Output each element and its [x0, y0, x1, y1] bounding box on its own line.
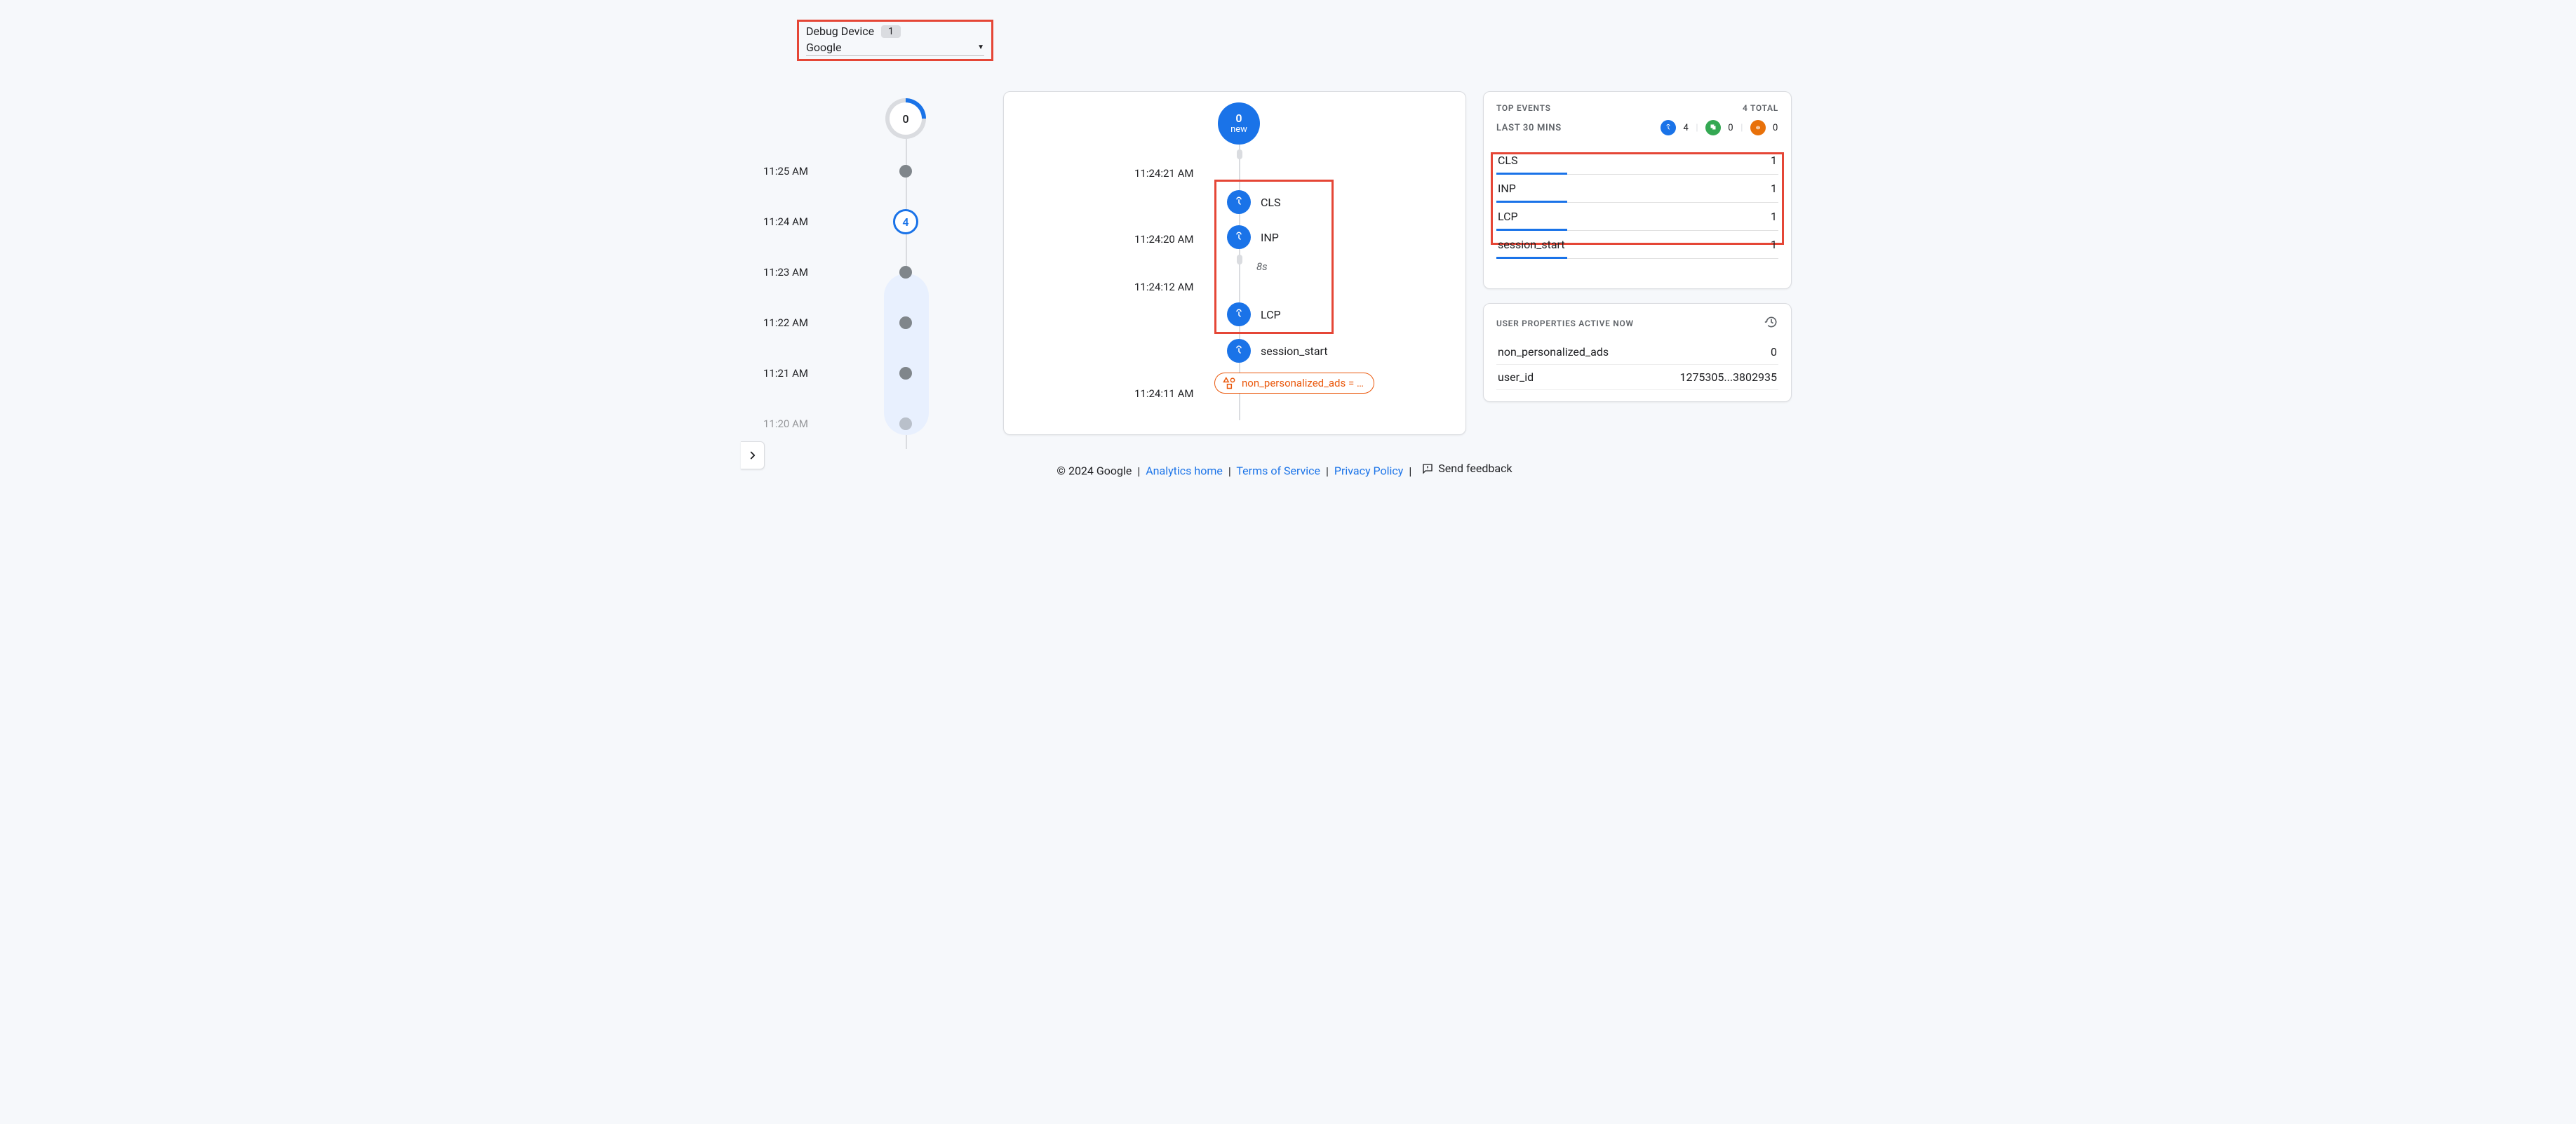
stream-tick [1237, 149, 1242, 159]
stream-timestamp: 11:24:21 AM [1134, 167, 1193, 180]
top-events-title: TOP EVENTS [1496, 103, 1551, 113]
user-property-chip[interactable]: non_personalized_ads = … [1214, 373, 1374, 394]
new-events-count: 0 [1235, 113, 1242, 124]
footer-copyright: © 2024 Google [1056, 464, 1132, 478]
footer-feedback-label: Send feedback [1438, 462, 1512, 475]
top-event-name: CLS [1498, 154, 1518, 167]
footer-link-privacy[interactable]: Privacy Policy [1334, 464, 1404, 478]
chevron-right-icon [746, 449, 759, 462]
stream-event[interactable]: INP [1227, 225, 1279, 249]
minute-dot [899, 316, 912, 329]
stream-timestamp: 11:24:20 AM [1134, 233, 1193, 246]
minute-row[interactable]: 11:21 AM [755, 348, 986, 399]
user-properties-card: USER PROPERTIES ACTIVE NOW non_personali… [1483, 303, 1792, 402]
debug-device-value: Google [806, 41, 842, 54]
flag-icon [1705, 120, 1721, 135]
touch-icon [1661, 120, 1676, 135]
event-stream-card: 0 new 11:24:21 AM 11:24:20 AM 11:24:12 A… [1003, 91, 1466, 435]
touch-icon [1227, 302, 1251, 326]
top-event-bar [1496, 257, 1567, 259]
debug-device-count-badge: 1 [881, 25, 901, 38]
minute-timeline: 0 11:25 AM 11:24 AM 4 11:23 AM 11:22 AM … [755, 91, 986, 449]
touch-icon [1227, 225, 1251, 249]
bug-icon [1750, 120, 1766, 135]
debug-device-dropdown[interactable]: Google ▼ [806, 41, 984, 56]
stream-event-label: session_start [1261, 344, 1328, 358]
stream-gap-label: 8s [1256, 260, 1268, 273]
top-events-total: 4 TOTAL [1743, 103, 1778, 113]
flag-count: 0 [1728, 123, 1733, 133]
top-event-name: session_start [1498, 238, 1565, 251]
minute-row[interactable]: 11:20 AM [755, 399, 986, 449]
minute-row[interactable]: 11:23 AM [755, 247, 986, 297]
timeline-total-circle[interactable]: 0 [885, 98, 926, 139]
top-event-name: LCP [1498, 210, 1518, 223]
minute-row[interactable]: 11:22 AM [755, 297, 986, 348]
new-events-badge[interactable]: 0 new [1218, 102, 1260, 145]
stream-event-label: LCP [1261, 308, 1281, 321]
top-event-row[interactable]: session_start 1 [1496, 231, 1778, 259]
shapes-icon [1222, 376, 1236, 390]
top-event-name: INP [1498, 182, 1516, 195]
top-event-count: 1 [1771, 238, 1777, 251]
stream-event-label: CLS [1261, 196, 1281, 209]
minute-label: 11:20 AM [755, 417, 839, 430]
user-property-row[interactable]: user_id 1275305...3802935 [1496, 365, 1778, 390]
minute-dot [899, 165, 912, 178]
user-property-row[interactable]: non_personalized_ads 0 [1496, 340, 1778, 365]
debug-device-label: Debug Device [806, 25, 874, 38]
minute-dot [899, 367, 912, 380]
new-events-label: new [1230, 124, 1247, 135]
minute-label: 11:21 AM [755, 367, 839, 380]
user-property-value: 0 [1771, 345, 1777, 359]
stream-timestamp: 11:24:12 AM [1134, 281, 1193, 293]
minute-row-active[interactable]: 11:24 AM 4 [755, 196, 986, 247]
debug-device-selector[interactable]: Debug Device 1 Google ▼ [797, 20, 993, 61]
user-property-name: non_personalized_ads [1498, 345, 1609, 359]
top-events-card: TOP EVENTS 4 TOTAL LAST 30 MINS 4 | [1483, 91, 1792, 289]
minute-label: 11:25 AM [755, 165, 839, 178]
user-properties-title: USER PROPERTIES ACTIVE NOW [1496, 319, 1634, 328]
history-icon[interactable] [1764, 315, 1778, 331]
minute-dot [899, 417, 912, 430]
footer-link-analytics-home[interactable]: Analytics home [1146, 464, 1223, 478]
top-events-icon-counts: 4 | 0 | 0 [1661, 120, 1778, 135]
stream-event[interactable]: session_start [1227, 339, 1328, 363]
minute-dot [899, 266, 912, 279]
user-property-chip-label: non_personalized_ads = … [1242, 377, 1364, 389]
stream-event[interactable]: CLS [1227, 190, 1281, 214]
footer-link-tos[interactable]: Terms of Service [1236, 464, 1320, 478]
footer-send-feedback[interactable]: Send feedback [1421, 462, 1512, 475]
top-event-row[interactable]: CLS 1 [1496, 147, 1778, 175]
stream-timestamp: 11:24:11 AM [1134, 387, 1193, 400]
touch-count: 4 [1683, 123, 1689, 133]
page-footer: © 2024 Google | Analytics home | Terms o… [755, 462, 1814, 478]
minute-row[interactable]: 11:25 AM [755, 146, 986, 196]
top-event-count: 1 [1771, 182, 1777, 195]
top-event-row[interactable]: INP 1 [1496, 175, 1778, 203]
stream-event-label: INP [1261, 231, 1279, 244]
touch-icon [1227, 190, 1251, 214]
user-property-name: user_id [1498, 370, 1534, 384]
stream-tick [1237, 255, 1242, 265]
top-event-count: 1 [1771, 210, 1777, 223]
top-event-count: 1 [1771, 154, 1777, 167]
top-event-row[interactable]: LCP 1 [1496, 203, 1778, 231]
user-property-value: 1275305...3802935 [1679, 370, 1777, 384]
chevron-down-icon: ▼ [977, 44, 984, 51]
minute-label: 11:23 AM [755, 266, 839, 279]
top-events-subtitle: LAST 30 MINS [1496, 123, 1562, 133]
timeline-total-value: 0 [890, 102, 922, 135]
feedback-icon [1421, 462, 1434, 475]
stream-event[interactable]: LCP [1227, 302, 1281, 326]
minute-dot-active: 4 [893, 209, 918, 234]
minute-label: 11:22 AM [755, 316, 839, 329]
touch-icon [1227, 339, 1251, 363]
bug-count: 0 [1773, 123, 1778, 133]
minute-label: 11:24 AM [755, 215, 839, 228]
